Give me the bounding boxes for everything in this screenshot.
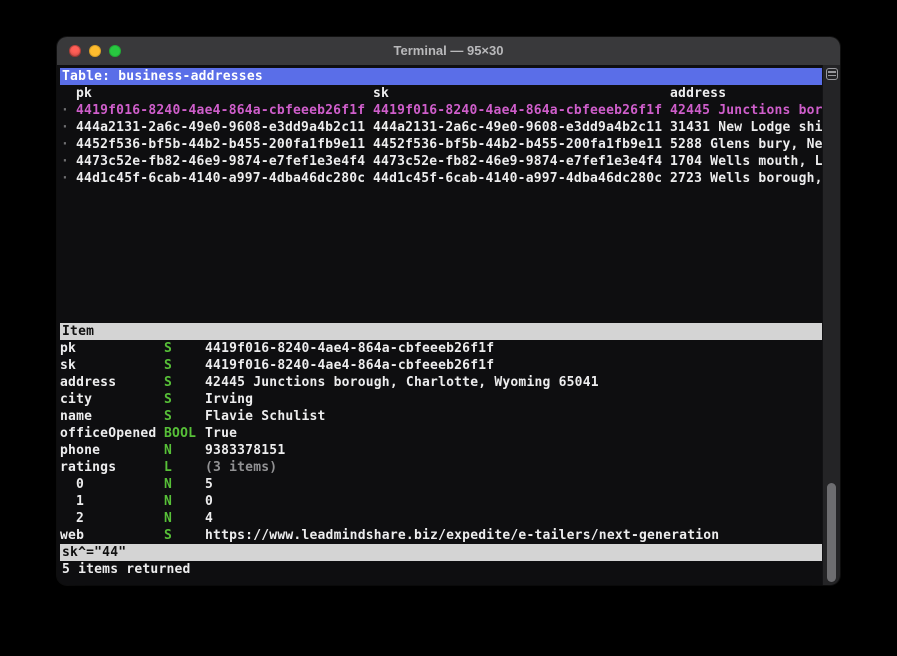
field-type: N <box>164 442 172 459</box>
scrollbar-thumb[interactable] <box>827 483 836 582</box>
field-key: phone <box>60 442 100 459</box>
table-row[interactable]: · 4419f016-8240-4ae4-864a-cbfeeeb26f1f 4… <box>60 102 823 119</box>
field-key: city <box>60 391 92 408</box>
scroll-marker-icon[interactable] <box>826 68 838 80</box>
field-value: True <box>205 425 237 442</box>
field-type: S <box>164 408 172 425</box>
cell-address: 42445 Junctions bor <box>670 102 823 119</box>
field-key: web <box>60 527 84 544</box>
cell-address: 2723 Wells borough, <box>670 170 823 187</box>
field-type: N <box>164 476 172 493</box>
row-bullet-icon: · <box>61 170 69 187</box>
cell-pk: 444a2131-2a6c-49e0-9608-e3dd9a4b2c11 <box>76 119 365 136</box>
cell-sk: 4419f016-8240-4ae4-864a-cbfeeeb26f1f <box>373 102 662 119</box>
field-value: https://www.leadmindshare.biz/expedite/e… <box>205 527 719 544</box>
cell-address: 5288 Glens bury, Ne <box>670 136 823 153</box>
field-type: S <box>164 391 172 408</box>
scrollbar-track[interactable] <box>822 65 840 585</box>
field-key: 1 <box>76 493 84 510</box>
field-type: S <box>164 340 172 357</box>
field-key: ratings <box>60 459 116 476</box>
item-panel-header: Item <box>60 323 823 340</box>
field-key: 0 <box>76 476 84 493</box>
cell-address: 31431 New Lodge shi <box>670 119 823 136</box>
cell-sk: 44d1c45f-6cab-4140-a997-4dba46dc280c <box>373 170 662 187</box>
column-header-address: address <box>670 85 726 102</box>
field-type: N <box>164 510 172 527</box>
field-type: N <box>164 493 172 510</box>
field-type: L <box>164 459 172 476</box>
row-bullet-icon: · <box>61 136 69 153</box>
cell-pk: 44d1c45f-6cab-4140-a997-4dba46dc280c <box>76 170 365 187</box>
field-value: Irving <box>205 391 253 408</box>
cell-sk: 4452f536-bf5b-44b2-b455-200fa1fb9e11 <box>373 136 662 153</box>
cell-sk: 444a2131-2a6c-49e0-9608-e3dd9a4b2c11 <box>373 119 662 136</box>
field-value: 42445 Junctions borough, Charlotte, Wyom… <box>205 374 599 391</box>
row-bullet-icon: · <box>61 153 69 170</box>
item-field-row: pk S 4419f016-8240-4ae4-864a-cbfeeeb26f1… <box>60 340 823 357</box>
item-panel: Item pk S 4419f016-8240-4ae4-864a-cbfeee… <box>60 323 823 544</box>
cell-address: 1704 Wells mouth, L <box>670 153 823 170</box>
field-key: 2 <box>76 510 84 527</box>
item-field-row: 2 N 4 <box>60 510 823 527</box>
field-type: S <box>164 357 172 374</box>
table-rows: · 4419f016-8240-4ae4-864a-cbfeeeb26f1f 4… <box>60 102 823 187</box>
item-fields: pk S 4419f016-8240-4ae4-864a-cbfeeeb26f1… <box>60 340 823 544</box>
window-titlebar[interactable]: Terminal — 95×30 <box>57 37 840 66</box>
row-bullet-icon: · <box>61 119 69 136</box>
terminal-grid: Table: business-addresses pk sk address … <box>60 68 823 578</box>
screen: Terminal — 95×30 Table: business-address… <box>0 0 897 656</box>
field-type: S <box>164 527 172 544</box>
terminal-content: Table: business-addresses pk sk address … <box>57 65 840 585</box>
field-value: (3 items) <box>205 459 277 476</box>
item-field-row: officeOpened BOOL True <box>60 425 823 442</box>
row-bullet-icon: · <box>61 102 69 119</box>
field-value: 4419f016-8240-4ae4-864a-cbfeeeb26f1f <box>205 340 494 357</box>
field-value: 4 <box>205 510 213 527</box>
item-field-row: sk S 4419f016-8240-4ae4-864a-cbfeeeb26f1… <box>60 357 823 374</box>
item-field-row: web S https://www.leadmindshare.biz/expe… <box>60 527 823 544</box>
table-row[interactable]: · 4473c52e-fb82-46e9-9874-e7fef1e3e4f4 4… <box>60 153 823 170</box>
field-key: sk <box>60 357 76 374</box>
field-value: Flavie Schulist <box>205 408 326 425</box>
table-row[interactable]: · 44d1c45f-6cab-4140-a997-4dba46dc280c 4… <box>60 170 823 187</box>
field-value: 5 <box>205 476 213 493</box>
item-field-row: name S Flavie Schulist <box>60 408 823 425</box>
field-value: 0 <box>205 493 213 510</box>
field-key: name <box>60 408 92 425</box>
table-column-headers: pk sk address <box>60 85 823 102</box>
cell-sk: 4473c52e-fb82-46e9-9874-e7fef1e3e4f4 <box>373 153 662 170</box>
field-type: BOOL <box>164 425 196 442</box>
column-header-sk: sk <box>373 85 389 102</box>
table-row[interactable]: · 4452f536-bf5b-44b2-b455-200fa1fb9e11 4… <box>60 136 823 153</box>
item-field-row: address S 42445 Junctions borough, Charl… <box>60 374 823 391</box>
field-key: address <box>60 374 116 391</box>
field-value: 9383378151 <box>205 442 285 459</box>
item-field-row: 1 N 0 <box>60 493 823 510</box>
table-title-bar: Table: business-addresses <box>60 68 823 85</box>
field-key: pk <box>60 340 76 357</box>
cell-pk: 4452f536-bf5b-44b2-b455-200fa1fb9e11 <box>76 136 365 153</box>
terminal-window: Terminal — 95×30 Table: business-address… <box>57 37 840 585</box>
cell-pk: 4419f016-8240-4ae4-864a-cbfeeeb26f1f <box>76 102 365 119</box>
field-key: officeOpened <box>60 425 156 442</box>
filter-expression[interactable]: sk^="44" <box>60 544 823 561</box>
cell-pk: 4473c52e-fb82-46e9-9874-e7fef1e3e4f4 <box>76 153 365 170</box>
table-row[interactable]: · 444a2131-2a6c-49e0-9608-e3dd9a4b2c11 4… <box>60 119 823 136</box>
window-title: Terminal — 95×30 <box>57 37 840 65</box>
field-type: S <box>164 374 172 391</box>
column-header-pk: pk <box>76 85 92 102</box>
status-bar: 5 items returned <box>60 561 823 578</box>
item-field-row: phone N 9383378151 <box>60 442 823 459</box>
field-value: 4419f016-8240-4ae4-864a-cbfeeeb26f1f <box>205 357 494 374</box>
item-field-row: city S Irving <box>60 391 823 408</box>
item-field-row: 0 N 5 <box>60 476 823 493</box>
filter-bar[interactable]: sk^="44" <box>60 544 823 561</box>
item-field-row: ratings L (3 items) <box>60 459 823 476</box>
